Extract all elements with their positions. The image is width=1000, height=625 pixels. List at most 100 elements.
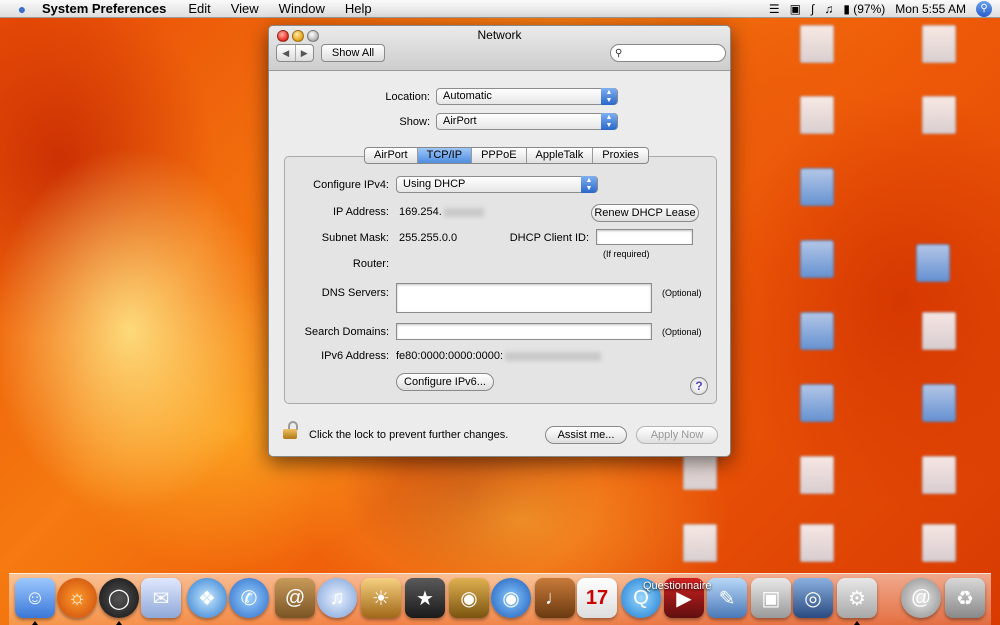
preview-icon[interactable]: ✎	[707, 578, 747, 618]
search-domains-field[interactable]	[396, 323, 652, 340]
ip-address-text: 169.254.	[399, 206, 442, 218]
safari-icon[interactable]: ❖	[187, 578, 227, 618]
popup-arrows-icon: ▲ ▼	[601, 113, 617, 130]
desktop-folder-icon[interactable]	[800, 168, 834, 206]
subnet-mask-label: Subnet Mask:	[321, 232, 389, 244]
finder-icon[interactable]: ☺	[15, 578, 55, 618]
desktop-file-icon[interactable]	[800, 25, 834, 63]
show-all-button[interactable]: Show All	[321, 44, 385, 62]
router-label: Router:	[352, 258, 389, 270]
menu-edit[interactable]: Edit	[188, 1, 210, 16]
bluetooth-icon[interactable]: ∫	[811, 2, 814, 16]
tab-tcpip[interactable]: TCP/IP	[417, 148, 473, 163]
menu-app-name[interactable]: System Preferences	[42, 1, 166, 16]
configure-ipv4-popup[interactable]: Using DHCP ▲ ▼	[396, 176, 598, 193]
apply-now-button[interactable]: Apply Now	[636, 426, 718, 444]
desktop-folder-icon[interactable]	[800, 384, 834, 422]
search-input[interactable]: ⚲	[610, 44, 726, 62]
desktop-file-icon[interactable]	[922, 524, 956, 562]
popup-arrows-icon: ▲ ▼	[581, 176, 597, 193]
title-bar[interactable]: Network ◀ ▶ Show All ⚲	[269, 26, 730, 71]
lock-icon[interactable]	[283, 421, 299, 439]
tab-pppoe[interactable]: PPPoE	[472, 148, 527, 163]
lock-body	[283, 429, 297, 439]
display-icon[interactable]: ▣	[790, 2, 801, 16]
help-button[interactable]: ?	[690, 377, 708, 395]
desktop-file-icon[interactable]	[683, 524, 717, 562]
tab-proxies[interactable]: Proxies	[593, 148, 648, 163]
mail-icon[interactable]: ✉	[141, 578, 181, 618]
dhcp-client-id-field[interactable]	[596, 229, 693, 245]
renew-dhcp-lease-button[interactable]: Renew DHCP Lease	[591, 204, 699, 222]
menu-window[interactable]: Window	[279, 1, 325, 16]
dns-servers-field[interactable]	[396, 283, 652, 313]
search-domains-label: Search Domains:	[304, 326, 389, 338]
ipv6-address-label: IPv6 Address:	[321, 350, 389, 362]
show-value: AirPort	[443, 115, 477, 127]
volume-icon[interactable]: ♫	[824, 2, 833, 16]
battery-status[interactable]: ▮ (97%)	[843, 2, 885, 16]
desktop-file-icon[interactable]	[922, 456, 956, 494]
itunes-icon[interactable]: ♫	[317, 578, 357, 618]
back-arrow-icon[interactable]: ◀	[277, 45, 296, 61]
clock[interactable]: Mon 5:55 AM	[895, 2, 966, 16]
desktop-file-icon[interactable]	[922, 312, 956, 350]
menu-help[interactable]: Help	[345, 1, 372, 16]
menu-view[interactable]: View	[231, 1, 259, 16]
photo-booth-icon[interactable]: ◎	[793, 578, 833, 618]
settings-panel	[284, 156, 717, 404]
image-capture-icon[interactable]: ▣	[751, 578, 791, 618]
desktop-folder-icon[interactable]	[916, 244, 950, 282]
ip-address-value: 169.254.	[399, 206, 484, 218]
desktop-file-icon[interactable]	[800, 524, 834, 562]
ichat-icon[interactable]: ✆	[229, 578, 269, 618]
location-value: Automatic	[443, 90, 492, 102]
configure-ipv6-button[interactable]: Configure IPv6...	[396, 373, 494, 391]
desktop-folder-icon[interactable]	[922, 384, 956, 422]
desktop-folder-icon[interactable]	[800, 312, 834, 350]
spotlight-icon[interactable]: ⚲	[976, 1, 992, 17]
dvd-player-icon[interactable]: ◉	[491, 578, 531, 618]
forward-arrow-icon[interactable]: ▶	[296, 45, 314, 61]
search-icon: ⚲	[615, 47, 623, 59]
ipv6-address-text: fe80:0000:0000:0000:	[396, 350, 504, 362]
subnet-mask-value: 255.255.0.0	[399, 232, 458, 244]
tab-airport[interactable]: AirPort	[365, 148, 418, 163]
wifi-icon[interactable]: ☰	[769, 2, 780, 16]
window-title: Network	[477, 28, 522, 42]
tab-bar: AirPort TCP/IP PPPoE AppleTalk Proxies	[364, 147, 649, 164]
ical-icon[interactable]: 17	[577, 578, 617, 618]
firefox-icon[interactable]: ☼	[57, 578, 97, 618]
downloads-stack-icon[interactable]: @	[901, 578, 941, 618]
configure-ipv4-label: Configure IPv4:	[313, 178, 389, 191]
desktop-file-icon[interactable]	[922, 96, 956, 134]
address-book-icon[interactable]: @	[275, 578, 315, 618]
dhcp-client-id-label: DHCP Client ID:	[509, 232, 589, 244]
location-label: Location:	[385, 90, 430, 103]
configure-ipv4-value: Using DHCP	[403, 178, 466, 190]
imovie-icon[interactable]: ★	[405, 578, 445, 618]
apple-menu-icon[interactable]: ●	[12, 1, 32, 17]
trash-icon[interactable]: ♻	[945, 578, 985, 618]
show-label: Show:	[399, 115, 430, 128]
garageband-icon[interactable]: ♩	[535, 578, 575, 618]
lock-message: Click the lock to prevent further change…	[309, 429, 509, 441]
iphoto-icon[interactable]: ☀	[361, 578, 401, 618]
dashboard-icon[interactable]: ◯	[99, 578, 139, 618]
desktop-file-icon[interactable]	[683, 452, 717, 490]
desktop-file-icon[interactable]	[922, 25, 956, 63]
location-popup[interactable]: Automatic ▲ ▼	[436, 88, 618, 105]
desktop-file-icon[interactable]	[800, 456, 834, 494]
show-popup[interactable]: AirPort ▲ ▼	[436, 113, 618, 130]
idvd-icon[interactable]: ◉	[449, 578, 489, 618]
running-indicator	[854, 621, 860, 625]
assist-me-button[interactable]: Assist me...	[545, 426, 627, 444]
ip-address-label: IP Address:	[332, 206, 389, 218]
dns-servers-label: DNS Servers:	[321, 287, 389, 299]
desktop-file-icon[interactable]	[800, 96, 834, 134]
tab-appletalk[interactable]: AppleTalk	[527, 148, 594, 163]
desktop-folder-icon[interactable]	[800, 240, 834, 278]
back-forward-control: ◀ ▶	[276, 44, 314, 62]
running-indicator	[32, 621, 38, 625]
system-preferences-icon[interactable]: ⚙	[837, 578, 877, 618]
